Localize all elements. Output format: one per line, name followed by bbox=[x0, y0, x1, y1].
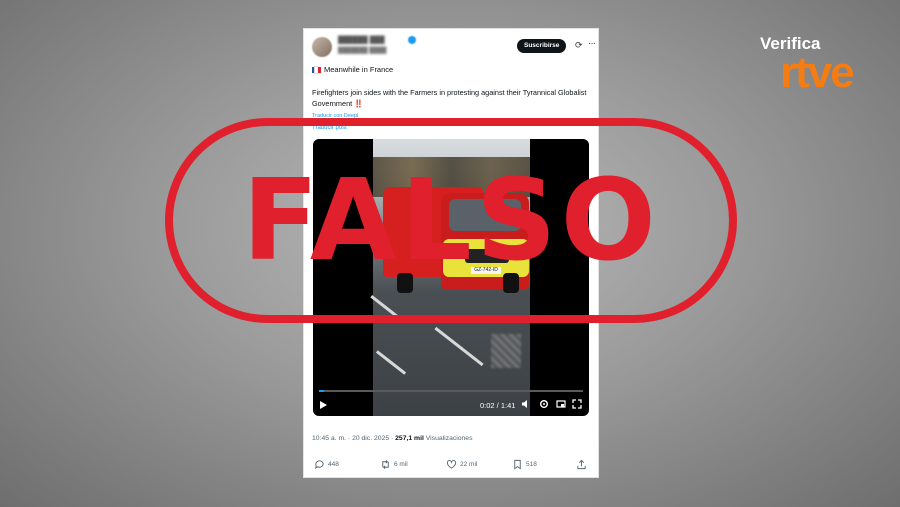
subscribe-button[interactable]: Suscribirse bbox=[517, 39, 567, 53]
translate-deepl-link[interactable]: Traducir con Deepl bbox=[312, 113, 358, 119]
double-exclamation-emoji: ‼️ bbox=[354, 99, 364, 108]
post-card: ██████ ███ ███████ ████ Suscribirse ⟳ ··… bbox=[303, 28, 599, 478]
user-name-blurred[interactable]: ██████ ███ bbox=[338, 37, 385, 44]
logo-rtve-text: rtve bbox=[780, 48, 855, 97]
road-marking bbox=[375, 350, 407, 375]
like-button[interactable]: 22 mil bbox=[446, 459, 477, 470]
road-marking bbox=[370, 295, 404, 322]
share-icon bbox=[577, 459, 586, 470]
repost-count: 6 mil bbox=[394, 461, 408, 468]
bookmark-count: 518 bbox=[526, 461, 537, 468]
post-time[interactable]: 10:45 a. m. bbox=[312, 435, 346, 442]
video-player[interactable]: GZ-742-ID 0:02 / 1:41 bbox=[313, 139, 589, 416]
bookmark-button[interactable]: 518 bbox=[512, 459, 537, 470]
van-wheel bbox=[503, 273, 519, 293]
video-progress-fill bbox=[319, 390, 325, 392]
fire-van: GZ-742-ID bbox=[383, 187, 533, 295]
reply-count: 448 bbox=[328, 461, 339, 468]
views-label: Visualizaciones bbox=[425, 435, 473, 442]
verified-icon bbox=[408, 36, 416, 44]
license-plate: GZ-742-ID bbox=[471, 267, 501, 274]
avatar[interactable] bbox=[312, 37, 332, 57]
volume-icon[interactable] bbox=[521, 399, 531, 411]
like-icon bbox=[446, 460, 457, 469]
france-flag-icon bbox=[312, 66, 321, 74]
translate-post-link[interactable]: Traducir post bbox=[312, 125, 347, 131]
van-grille bbox=[465, 249, 509, 263]
like-count: 22 mil bbox=[460, 461, 478, 468]
post-date[interactable]: 20 dic. 2025 bbox=[352, 435, 389, 442]
fullscreen-icon[interactable] bbox=[572, 399, 582, 411]
grok-icon[interactable]: ⟳ bbox=[575, 40, 583, 51]
post-body: Firefighters join sides with the Farmers… bbox=[312, 87, 587, 109]
repost-button[interactable]: 6 mil bbox=[380, 459, 408, 470]
post-line1: Meanwhile in France bbox=[324, 65, 394, 74]
video-time: 0:02 / 1:41 bbox=[480, 401, 516, 410]
van-windshield bbox=[449, 199, 521, 231]
user-handle-blurred: ███████ ████ bbox=[338, 48, 387, 54]
video-frame: GZ-742-ID bbox=[370, 139, 533, 416]
share-button[interactable] bbox=[576, 459, 587, 470]
more-icon[interactable]: ··· bbox=[588, 38, 596, 49]
post-meta: 10:45 a. m. · 20 dic. 2025 · 257,1 mil V… bbox=[312, 435, 473, 442]
pip-icon[interactable] bbox=[556, 399, 566, 411]
meta-separator: · bbox=[391, 435, 394, 442]
bookmark-icon bbox=[514, 459, 521, 470]
reply-icon bbox=[314, 460, 324, 470]
road-marking bbox=[434, 326, 484, 367]
reply-button[interactable]: 448 bbox=[314, 459, 339, 470]
meta-separator: · bbox=[347, 435, 351, 442]
verifica-rtve-logo: Verifica rtve bbox=[760, 34, 880, 104]
van-wheel bbox=[397, 273, 413, 293]
blurred-watermark bbox=[491, 334, 521, 368]
post-header: ██████ ███ ███████ ████ Suscribirse ⟳ ··… bbox=[312, 35, 596, 57]
video-progress-bar[interactable] bbox=[319, 390, 583, 392]
action-bar: 448 6 mil 22 mil 518 bbox=[314, 459, 590, 473]
play-icon[interactable] bbox=[320, 401, 327, 409]
views-count: 257,1 mil bbox=[395, 435, 424, 442]
settings-icon[interactable] bbox=[539, 399, 549, 411]
repost-icon bbox=[382, 460, 389, 469]
